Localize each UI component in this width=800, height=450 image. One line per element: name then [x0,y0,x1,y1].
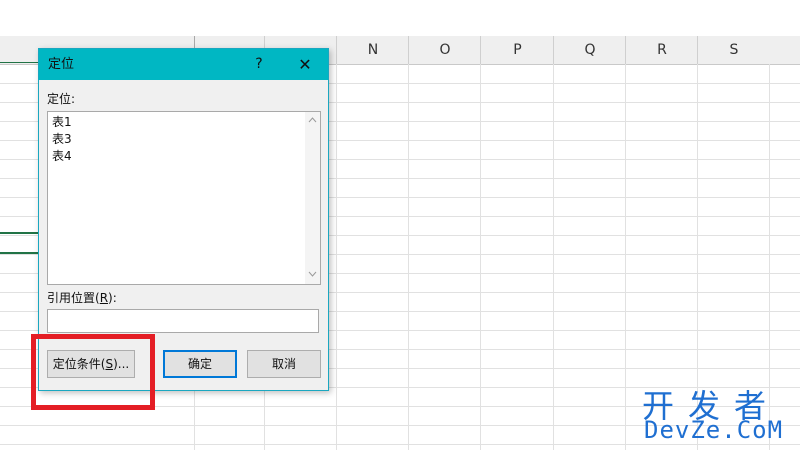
list-item[interactable]: 表4 [52,148,72,165]
list-item[interactable]: 表3 [52,131,72,148]
reference-label: 引用位置(R): [47,291,117,305]
list-item[interactable]: 表1 [52,114,72,131]
column-header-p[interactable]: P [480,36,554,64]
dialog-titlebar[interactable]: 定位 ? ✕ [39,49,328,80]
column-header-s[interactable]: S [697,36,770,64]
column-header-r[interactable]: R [625,36,698,64]
selection-border-2 [0,252,40,254]
dialog-title: 定位 [48,57,75,72]
column-header-n[interactable]: N [336,36,409,64]
ok-button[interactable]: 确定 [163,350,237,378]
cancel-button[interactable]: 取消 [247,350,321,378]
highlight-box [31,334,155,410]
scroll-down-icon[interactable] [305,268,320,282]
column-header-q[interactable]: Q [553,36,626,64]
selection-border-top [0,62,40,63]
scroll-up-icon[interactable] [305,114,320,128]
goto-listbox[interactable]: 表1 表3 表4 [47,111,321,285]
reference-input[interactable] [47,309,319,333]
watermark-line2: DevZe.CoM [644,416,784,444]
column-header-o[interactable]: O [408,36,481,64]
help-button[interactable]: ? [248,49,270,80]
listbox-scrollbar[interactable] [305,112,320,284]
selection-border-1 [0,232,40,234]
close-button[interactable]: ✕ [294,49,316,80]
ribbon-area [0,0,800,36]
goto-list-label: 定位: [47,92,76,106]
